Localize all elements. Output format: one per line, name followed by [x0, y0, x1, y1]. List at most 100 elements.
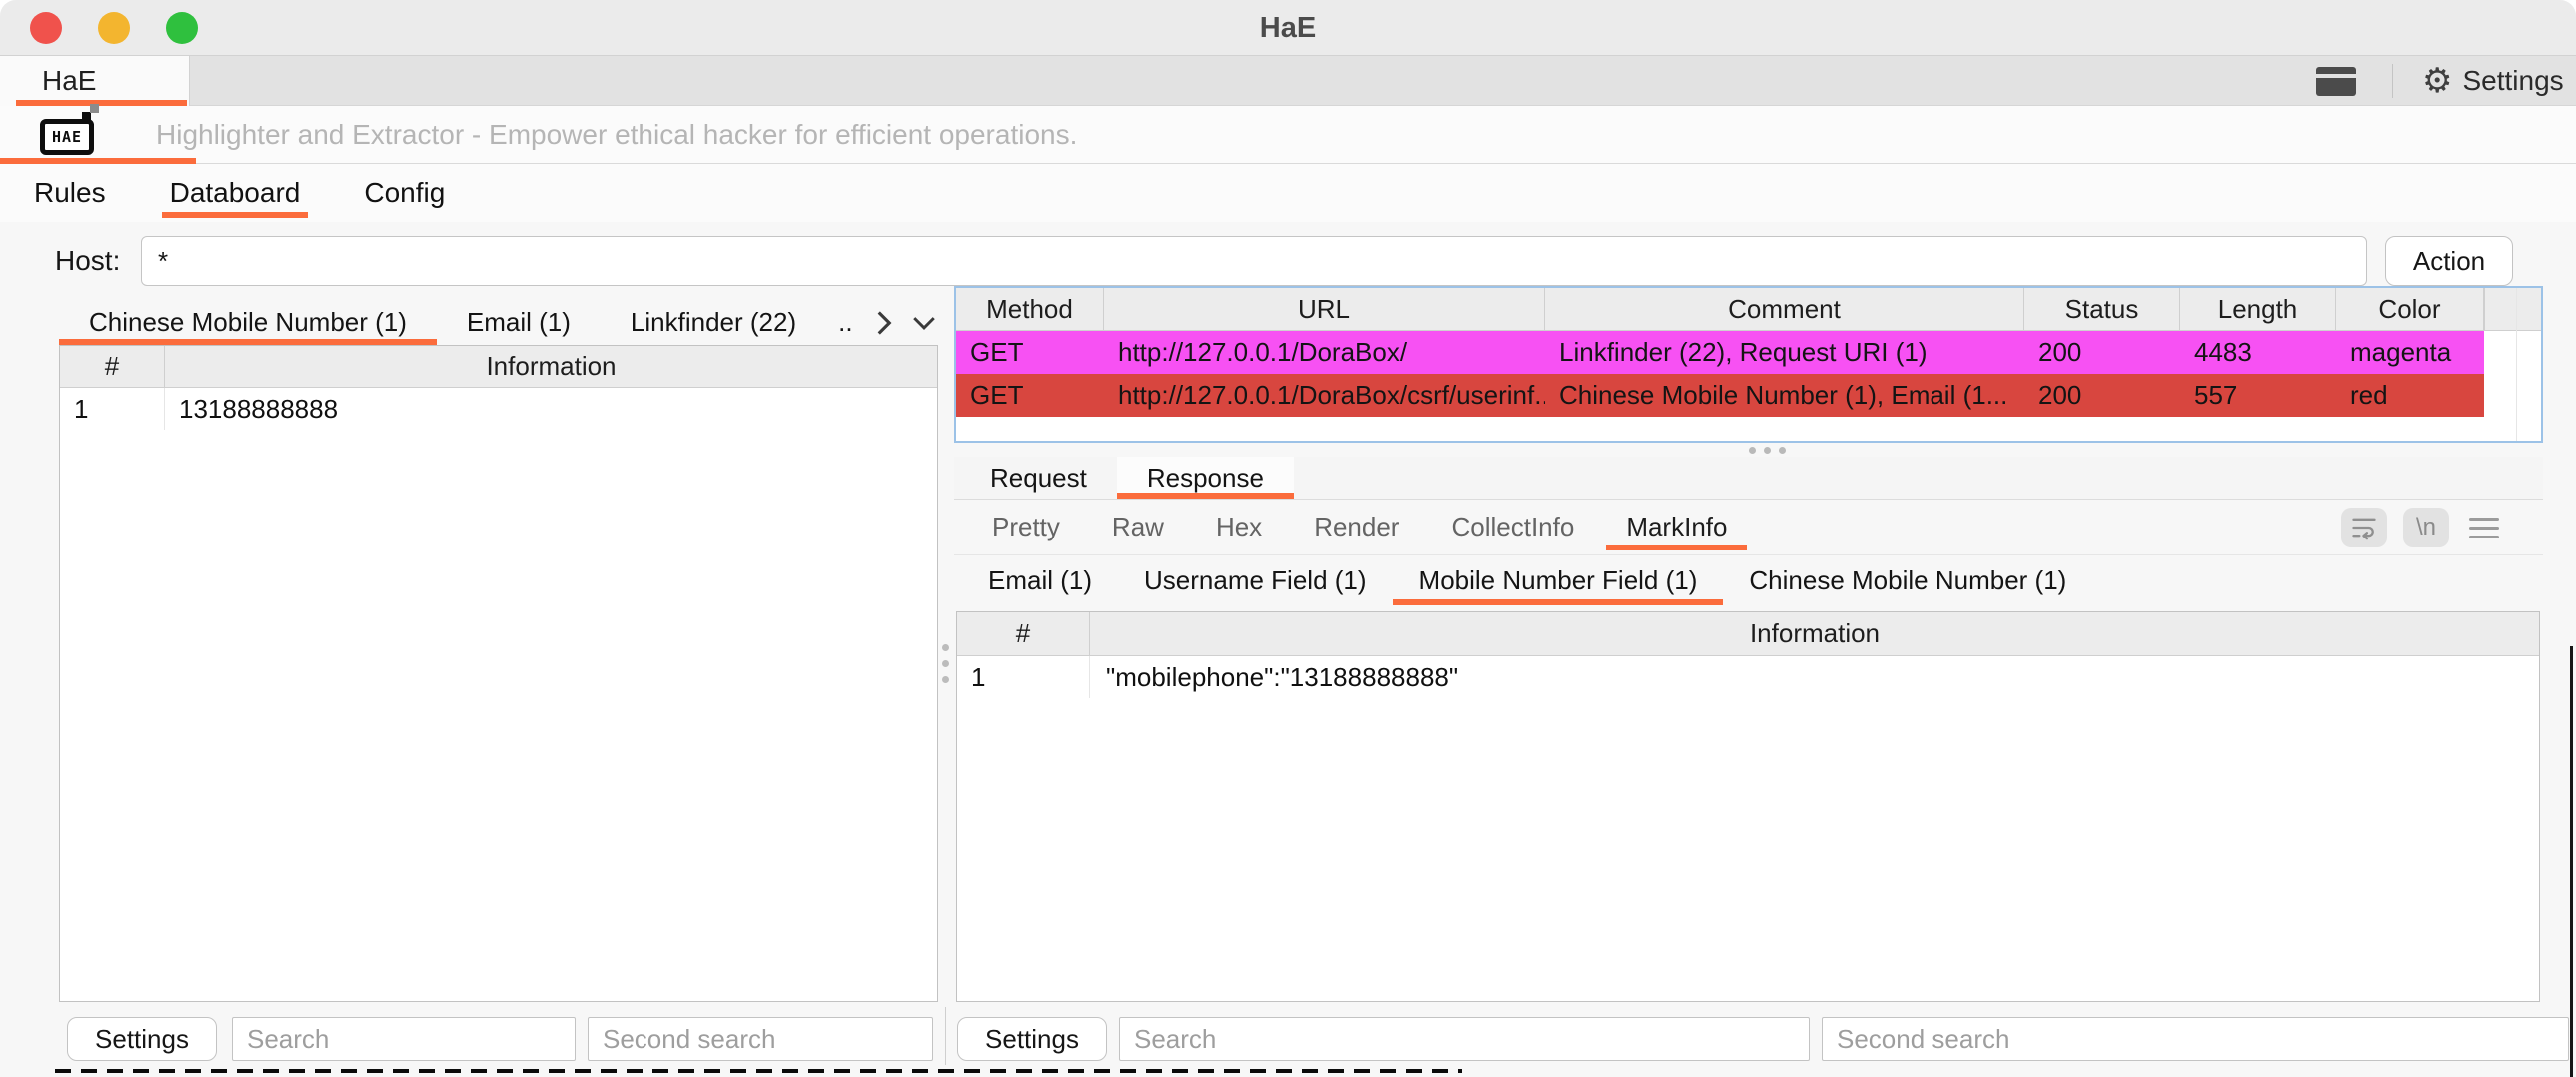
right-search-input[interactable]	[1119, 1017, 1810, 1061]
column-header-information[interactable]: Information	[1090, 612, 2539, 655]
table-row[interactable]: GET http://127.0.0.1/DoraBox/ Linkfinder…	[956, 331, 2541, 374]
table-row[interactable]: 1 "mobilephone":"13188888888"	[957, 656, 2539, 698]
newline-icon-label: \n	[2416, 514, 2436, 541]
column-header-url[interactable]: URL	[1104, 288, 1545, 330]
tab-rules[interactable]: Rules	[30, 164, 110, 222]
table-row[interactable]: GET http://127.0.0.1/DoraBox/csrf/userin…	[956, 374, 2541, 417]
cell-color: red	[2336, 374, 2484, 417]
column-header-filler	[2484, 288, 2541, 330]
tab-mobile-number-field[interactable]: Mobile Number Field (1)	[1393, 555, 1724, 605]
cell-method: GET	[956, 374, 1104, 417]
tab-label: Response	[1147, 463, 1264, 494]
cell-index: 1	[957, 656, 1090, 698]
tab-email-1[interactable]: Email (1)	[962, 555, 1118, 605]
word-wrap-icon[interactable]	[2341, 508, 2387, 547]
column-header-method[interactable]: Method	[956, 288, 1104, 330]
layout-icon-slit	[2316, 74, 2356, 78]
column-header-index[interactable]: #	[60, 346, 165, 387]
table-header: Method URL Comment Status Length Color	[956, 288, 2541, 331]
viewer-toolbar-icons: \n	[2341, 500, 2503, 555]
newline-icon[interactable]: \n	[2403, 508, 2449, 547]
hae-window: HaE HaE ⚙ Settings HAE Highlighter and E…	[0, 0, 2576, 1077]
column-header-status[interactable]: Status	[2024, 288, 2180, 330]
vertical-splitter-handle[interactable]	[940, 644, 950, 683]
tab-linkfinder[interactable]: Linkfinder (22)	[601, 300, 826, 345]
cell-status: 200	[2024, 331, 2180, 374]
active-tab-underline	[1393, 599, 1724, 605]
tab-markinfo[interactable]: MarkInfo	[1600, 500, 1753, 554]
cell-information: "mobilephone":"13188888888"	[1090, 656, 2539, 698]
settings-label: Settings	[2462, 65, 2563, 97]
left-second-search-input[interactable]	[588, 1017, 933, 1061]
tab-label: Chinese Mobile Number (1)	[1749, 565, 2066, 596]
tab-label: CollectInfo	[1451, 512, 1574, 542]
cell-url: http://127.0.0.1/DoraBox/	[1104, 331, 1545, 374]
tab-collectinfo[interactable]: CollectInfo	[1425, 500, 1600, 554]
column-header-index[interactable]: #	[957, 612, 1090, 655]
message-viewer-tabs: Request Response	[954, 457, 2543, 500]
left-search-input[interactable]	[232, 1017, 576, 1061]
format-tabs: Pretty Raw Hex Render CollectInfo MarkIn…	[954, 500, 2543, 555]
scrollbar-track[interactable]	[2516, 288, 2517, 441]
tab-label: Email (1)	[988, 565, 1092, 596]
table-header: # Information	[957, 612, 2539, 656]
tab-label: Request	[990, 463, 1087, 494]
tab-chinese-mobile-number-2[interactable]: Chinese Mobile Number (1)	[1723, 555, 2092, 605]
tab-label: Chinese Mobile Number (1)	[89, 307, 407, 338]
extension-tab-bar: HaE ⚙ Settings	[0, 56, 2576, 106]
markinfo-information-table: # Information 1 "mobilephone":"131888888…	[956, 611, 2540, 1002]
tab-hex[interactable]: Hex	[1190, 500, 1288, 554]
tab-databoard-label: Databoard	[170, 177, 301, 209]
host-label: Host:	[55, 222, 120, 300]
tab-response[interactable]: Response	[1117, 457, 1294, 499]
tab-chinese-mobile-number[interactable]: Chinese Mobile Number (1)	[59, 300, 437, 345]
tab-render[interactable]: Render	[1288, 500, 1425, 554]
viewer-menu-icon[interactable]	[2465, 518, 2503, 538]
tab-label: MarkInfo	[1626, 512, 1727, 542]
active-tab-underline	[162, 212, 309, 218]
tab-username-field[interactable]: Username Field (1)	[1118, 555, 1393, 605]
hae-logo: HAE	[40, 119, 94, 155]
tab-overflow[interactable]: ..	[826, 300, 864, 345]
left-information-table: # Information 1 13188888888	[59, 345, 938, 1002]
tab-label: Mobile Number Field (1)	[1419, 565, 1698, 596]
chevron-right-icon[interactable]	[865, 300, 903, 345]
action-button[interactable]: Action	[2385, 236, 2513, 286]
tab-config-label: Config	[364, 177, 445, 209]
tab-raw[interactable]: Raw	[1086, 500, 1190, 554]
cell-information: 13188888888	[165, 388, 937, 430]
tab-label: ..	[838, 307, 852, 338]
left-settings-button[interactable]: Settings	[67, 1017, 217, 1061]
layout-icon[interactable]	[2316, 67, 2356, 96]
cell-method: GET	[956, 331, 1104, 374]
host-input[interactable]	[141, 236, 2367, 286]
column-header-information[interactable]: Information	[165, 346, 937, 387]
column-header-color[interactable]: Color	[2336, 288, 2484, 330]
banner: HAE Highlighter and Extractor - Empower …	[0, 106, 2576, 164]
tab-email[interactable]: Email (1)	[437, 300, 601, 345]
tab-databoard[interactable]: Databoard	[166, 164, 305, 222]
active-tab-underline	[1606, 545, 1747, 550]
tab-pretty[interactable]: Pretty	[966, 500, 1086, 554]
left-result-tabs: Chinese Mobile Number (1) Email (1) Link…	[36, 300, 940, 345]
main-nav: Rules Databoard Config	[0, 164, 2576, 222]
column-header-comment[interactable]: Comment	[1545, 288, 2024, 330]
column-header-length[interactable]: Length	[2180, 288, 2336, 330]
horizontal-splitter[interactable]	[954, 443, 2543, 457]
table-header: # Information	[60, 346, 937, 388]
tab-hae[interactable]: HaE	[0, 56, 190, 106]
toolbar-divider	[2392, 64, 2393, 98]
active-tab-underline	[1117, 493, 1294, 499]
cell-comment: Linkfinder (22), Request URI (1)	[1545, 331, 2024, 374]
tab-config[interactable]: Config	[360, 164, 449, 222]
tab-label: Raw	[1112, 512, 1164, 542]
tab-hae-label: HaE	[42, 65, 96, 97]
hae-logo-pencil	[82, 112, 91, 121]
tab-request[interactable]: Request	[960, 457, 1117, 499]
right-second-search-input[interactable]	[1822, 1017, 2569, 1061]
settings-button[interactable]: ⚙ Settings	[2422, 56, 2564, 106]
chevron-down-icon[interactable]	[903, 300, 945, 345]
right-settings-button[interactable]: Settings	[957, 1017, 1107, 1061]
table-row[interactable]: 1 13188888888	[60, 388, 937, 430]
window-title: HaE	[0, 0, 2576, 56]
